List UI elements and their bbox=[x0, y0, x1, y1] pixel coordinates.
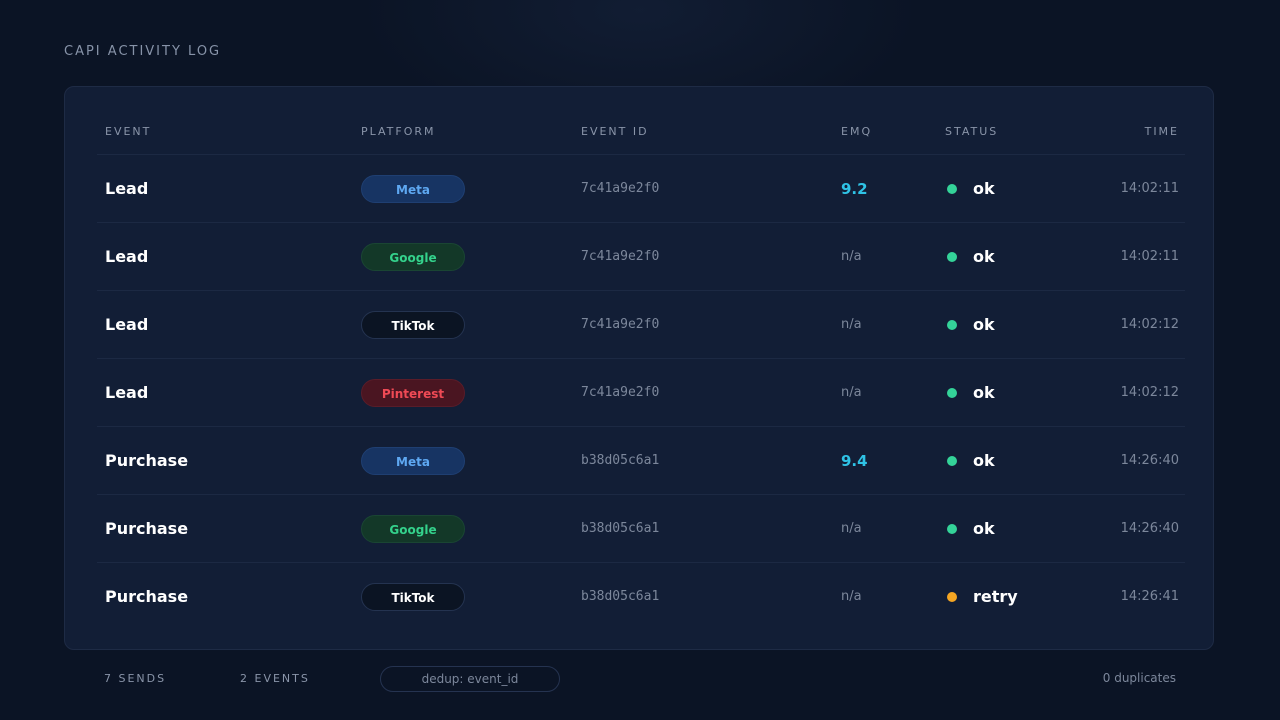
event-id: 7c41a9e2f0 bbox=[581, 317, 660, 332]
status-dot-icon bbox=[947, 455, 957, 466]
column-header-event: EVENT bbox=[105, 125, 152, 138]
column-header-time: TIME bbox=[1144, 125, 1179, 138]
sends-count: 7 SENDS bbox=[104, 672, 167, 685]
platform-badge: TikTok bbox=[361, 582, 465, 611]
column-header-emq: EMQ bbox=[841, 125, 873, 138]
platform-badge: Meta bbox=[361, 174, 465, 203]
status-cell: ok bbox=[947, 155, 995, 222]
activity-table-panel: EVENT PLATFORM EVENT ID EMQ STATUS TIME … bbox=[64, 86, 1214, 650]
column-header-event-id: EVENT ID bbox=[581, 125, 649, 138]
status-label: retry bbox=[973, 587, 1018, 606]
dedup-key-badge: dedup: event_id bbox=[380, 666, 560, 692]
event-time: 14:26:40 bbox=[1120, 521, 1179, 536]
platform-badge: Google bbox=[361, 242, 465, 271]
event-id: b38d05c6a1 bbox=[581, 521, 660, 536]
event-time: 14:02:11 bbox=[1120, 181, 1179, 196]
page-title: CAPI ACTIVITY LOG bbox=[64, 44, 222, 59]
table-row[interactable]: Purchase TikTok b38d05c6a1 n/a retry 14:26:41 bbox=[97, 563, 1185, 630]
emq-score: 9.4 bbox=[841, 451, 868, 470]
emq-score: n/a bbox=[841, 589, 862, 604]
status-dot-icon bbox=[947, 523, 957, 534]
platform-badge: Pinterest bbox=[361, 378, 465, 407]
status-label: ok bbox=[973, 519, 995, 538]
event-name: Lead bbox=[105, 179, 149, 198]
status-cell: ok bbox=[947, 359, 995, 426]
emq-score: n/a bbox=[841, 249, 862, 264]
status-dot-icon bbox=[947, 591, 957, 602]
event-time: 14:26:40 bbox=[1120, 453, 1179, 468]
status-label: ok bbox=[973, 451, 995, 470]
status-label: ok bbox=[973, 247, 995, 266]
platform-badge: Google bbox=[361, 514, 465, 543]
duplicates-count: 0 duplicates bbox=[1102, 671, 1176, 685]
event-id: 7c41a9e2f0 bbox=[581, 385, 660, 400]
status-dot-icon bbox=[947, 183, 957, 194]
platform-badge: TikTok bbox=[361, 310, 465, 339]
status-cell: ok bbox=[947, 291, 995, 358]
platform-cell: Google bbox=[361, 495, 465, 562]
activity-table: EVENT PLATFORM EVENT ID EMQ STATUS TIME … bbox=[97, 87, 1185, 630]
event-name: Purchase bbox=[105, 451, 189, 470]
table-row[interactable]: Lead Meta 7c41a9e2f0 9.2 ok 14:02:11 bbox=[97, 155, 1185, 223]
status-label: ok bbox=[973, 383, 995, 402]
platform-cell: Google bbox=[361, 223, 465, 290]
emq-score: n/a bbox=[841, 317, 862, 332]
status-cell: retry bbox=[947, 563, 1018, 630]
status-cell: ok bbox=[947, 495, 995, 562]
table-row[interactable]: Purchase Google b38d05c6a1 n/a ok 14:26:40 bbox=[97, 495, 1185, 563]
events-count: 2 EVENTS bbox=[240, 672, 310, 685]
event-time: 14:02:11 bbox=[1120, 249, 1179, 264]
emq-score: 9.2 bbox=[841, 179, 868, 198]
column-header-platform: PLATFORM bbox=[361, 125, 436, 138]
platform-cell: Pinterest bbox=[361, 359, 465, 426]
event-id: 7c41a9e2f0 bbox=[581, 249, 660, 264]
emq-score: n/a bbox=[841, 385, 862, 400]
table-row[interactable]: Lead Pinterest 7c41a9e2f0 n/a ok 14:02:12 bbox=[97, 359, 1185, 427]
status-dot-icon bbox=[947, 319, 957, 330]
event-name: Lead bbox=[105, 383, 149, 402]
event-time: 14:02:12 bbox=[1120, 385, 1179, 400]
event-name: Lead bbox=[105, 247, 149, 266]
event-time: 14:26:41 bbox=[1120, 589, 1179, 604]
event-time: 14:02:12 bbox=[1120, 317, 1179, 332]
event-id: b38d05c6a1 bbox=[581, 453, 660, 468]
event-id: b38d05c6a1 bbox=[581, 589, 660, 604]
table-header-row: EVENT PLATFORM EVENT ID EMQ STATUS TIME bbox=[97, 87, 1185, 155]
table-row[interactable]: Lead Google 7c41a9e2f0 n/a ok 14:02:11 bbox=[97, 223, 1185, 291]
platform-cell: Meta bbox=[361, 427, 465, 494]
event-id: 7c41a9e2f0 bbox=[581, 181, 660, 196]
status-cell: ok bbox=[947, 223, 995, 290]
event-name: Purchase bbox=[105, 587, 189, 606]
platform-cell: TikTok bbox=[361, 563, 465, 630]
emq-score: n/a bbox=[841, 521, 862, 536]
status-cell: ok bbox=[947, 427, 995, 494]
event-name: Lead bbox=[105, 315, 149, 334]
status-dot-icon bbox=[947, 387, 957, 398]
table-row[interactable]: Lead TikTok 7c41a9e2f0 n/a ok 14:02:12 bbox=[97, 291, 1185, 359]
column-header-status: STATUS bbox=[945, 125, 999, 138]
table-row[interactable]: Purchase Meta b38d05c6a1 9.4 ok 14:26:40 bbox=[97, 427, 1185, 495]
status-dot-icon bbox=[947, 251, 957, 262]
status-label: ok bbox=[973, 315, 995, 334]
status-label: ok bbox=[973, 179, 995, 198]
table-body: Lead Meta 7c41a9e2f0 9.2 ok 14:02:11 Lead Googl… bbox=[97, 155, 1185, 630]
event-name: Purchase bbox=[105, 519, 189, 538]
platform-badge: Meta bbox=[361, 446, 465, 475]
platform-cell: Meta bbox=[361, 155, 465, 222]
platform-cell: TikTok bbox=[361, 291, 465, 358]
